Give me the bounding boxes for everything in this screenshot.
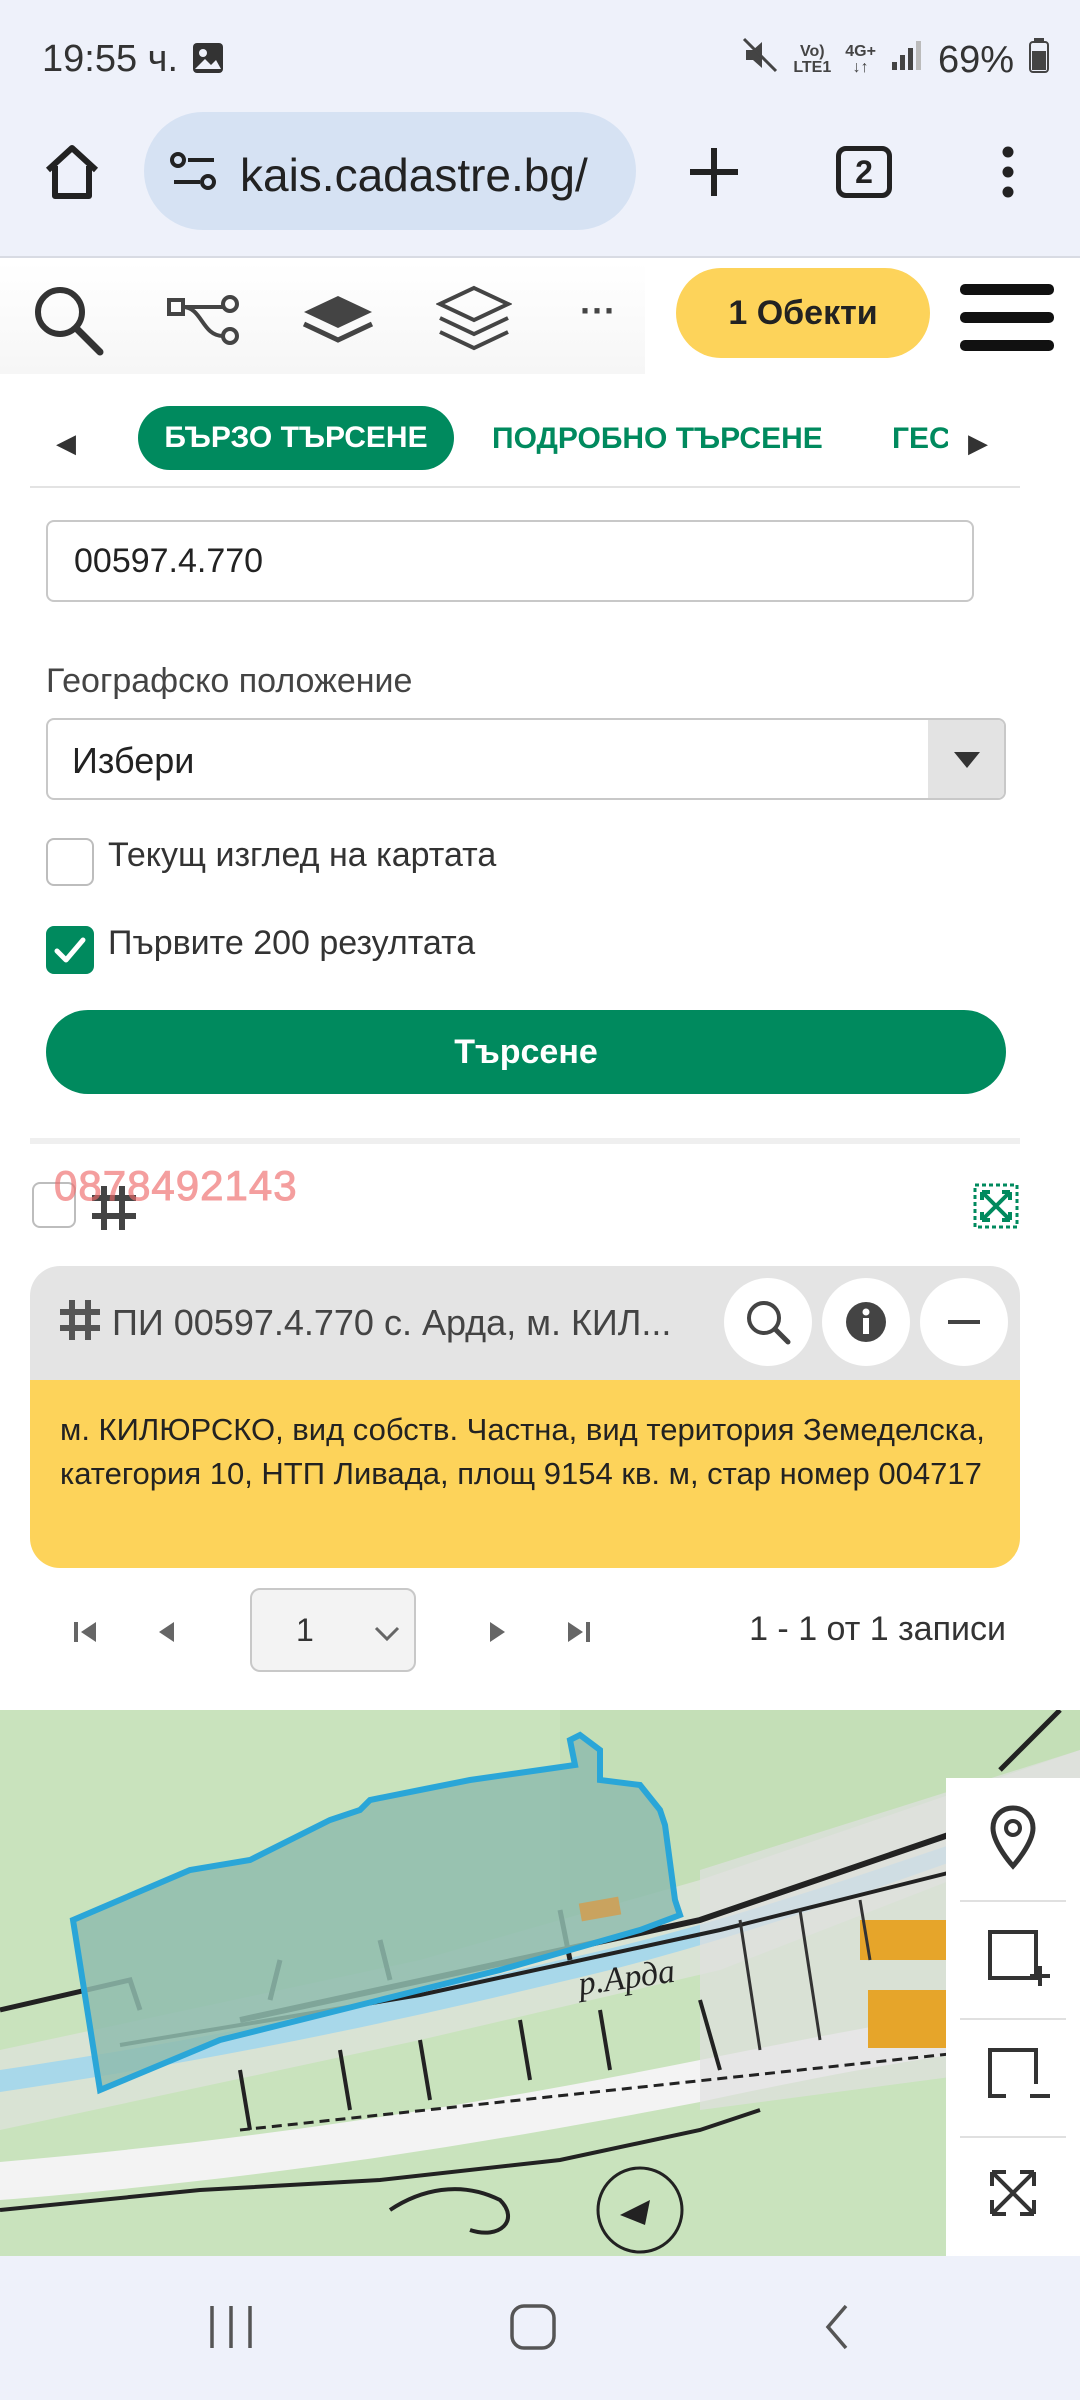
- current-map-view-checkbox[interactable]: [46, 838, 94, 886]
- first-200-results-checkbox[interactable]: [46, 926, 94, 974]
- tab-geo-search[interactable]: ГЕС: [892, 422, 948, 456]
- parcel-grid-icon: [58, 1298, 102, 1342]
- cadastral-map[interactable]: р.Арда: [0, 1710, 1080, 2256]
- identifier-search-input[interactable]: 00597.4.770: [46, 520, 974, 602]
- base-layer-icon[interactable]: [300, 290, 376, 350]
- remove-selection-button[interactable]: [946, 2018, 1080, 2136]
- route-icon[interactable]: [166, 290, 242, 350]
- select-area-add-icon: [988, 1930, 1050, 1986]
- next-page-icon[interactable]: [484, 1612, 512, 1657]
- hamburger-menu-icon[interactable]: [960, 280, 1054, 356]
- tabs-scroll-right-icon[interactable]: ▶: [968, 428, 988, 459]
- browser-menu-icon[interactable]: [996, 142, 1020, 202]
- tab-quick-search[interactable]: БЪРЗО ТЪРСЕНЕ: [138, 406, 454, 470]
- parcel-info-button[interactable]: [822, 1278, 910, 1366]
- map-canvas: р.Арда: [0, 1710, 1080, 2256]
- previous-page-icon[interactable]: [152, 1612, 180, 1657]
- image-notification-icon: [190, 40, 226, 76]
- more-tools-icon[interactable]: ···: [580, 290, 616, 332]
- search-button[interactable]: Търсене: [46, 1010, 1006, 1094]
- tabs-divider: [30, 486, 1020, 488]
- zoom-to-parcel-button[interactable]: [724, 1278, 812, 1366]
- tab-switcher-button[interactable]: 2: [836, 146, 892, 198]
- home-icon[interactable]: [40, 140, 104, 204]
- current-page: 1: [296, 1612, 314, 1648]
- layers-icon[interactable]: [435, 284, 513, 354]
- expand-icon: [990, 2170, 1036, 2216]
- back-nav-icon[interactable]: [818, 2302, 858, 2352]
- battery-icon: [1028, 37, 1050, 83]
- first-page-icon[interactable]: [72, 1612, 100, 1657]
- signal-icon: [890, 38, 924, 82]
- battery-percent: 69%: [937, 38, 1014, 81]
- search-icon: [747, 1301, 791, 1345]
- remove-result-button[interactable]: [920, 1278, 1008, 1366]
- select-dropdown-button[interactable]: [928, 720, 1004, 798]
- status-indicators: Vo) LTE1 4G+ ↓↑ 69%: [741, 36, 1050, 84]
- location-button[interactable]: [946, 1782, 1080, 1900]
- home-nav-icon[interactable]: [508, 2302, 558, 2352]
- result-title[interactable]: ПИ 00597.4.770 с. Арда, м. КИЛ...: [112, 1302, 671, 1344]
- network-4g: 4G+: [845, 43, 876, 60]
- select-area-remove-icon: [988, 2048, 1050, 2098]
- new-tab-icon[interactable]: [684, 142, 744, 202]
- recent-apps-icon[interactable]: [206, 2302, 256, 2352]
- search-icon[interactable]: [30, 282, 106, 358]
- last-page-icon[interactable]: [564, 1612, 592, 1657]
- site-settings-icon[interactable]: [168, 148, 220, 196]
- full-extent-button[interactable]: [946, 2136, 1080, 2254]
- mute-icon: [741, 36, 779, 84]
- minus-icon: [948, 1320, 980, 1324]
- url-text[interactable]: kais.cadastre.bg/: [240, 148, 588, 202]
- zoom-to-results-icon[interactable]: [972, 1182, 1020, 1230]
- tab-detailed-search[interactable]: ПОДРОБНО ТЪРСЕНЕ: [492, 422, 823, 456]
- first-200-results-label: Първите 200 резултата: [108, 924, 476, 962]
- results-divider: [30, 1138, 1020, 1144]
- volte-top: Vo): [799, 43, 825, 60]
- status-time: 19:55 ч.: [42, 38, 179, 80]
- volte-bottom: LTE1: [793, 59, 832, 76]
- info-icon: [846, 1302, 886, 1342]
- phone-watermark: 0878492143: [54, 1162, 298, 1210]
- geo-position-label: Географско положение: [46, 662, 413, 700]
- data-arrows-icon: ↓↑: [852, 59, 869, 76]
- records-count: 1 - 1 от 1 записи: [749, 1610, 1006, 1648]
- result-details: м. КИЛЮРСКО, вид собств. Частна, вид тер…: [30, 1362, 1020, 1568]
- objects-button[interactable]: 1 Обекти: [676, 268, 930, 358]
- add-selection-button[interactable]: [946, 1900, 1080, 2018]
- page-select-chevron-icon: [372, 1620, 402, 1646]
- caret-down-icon: [954, 752, 980, 768]
- location-pin-icon: [990, 1805, 1036, 1870]
- network-type: 4G+ ↓↑: [845, 44, 876, 76]
- geo-position-value: Избери: [72, 740, 195, 781]
- current-map-view-label: Текущ изглед на картата: [108, 836, 497, 874]
- checkmark-icon: [54, 937, 86, 963]
- volte-indicator: Vo) LTE1: [793, 44, 831, 76]
- tabs-scroll-left-icon[interactable]: ◀: [56, 428, 76, 459]
